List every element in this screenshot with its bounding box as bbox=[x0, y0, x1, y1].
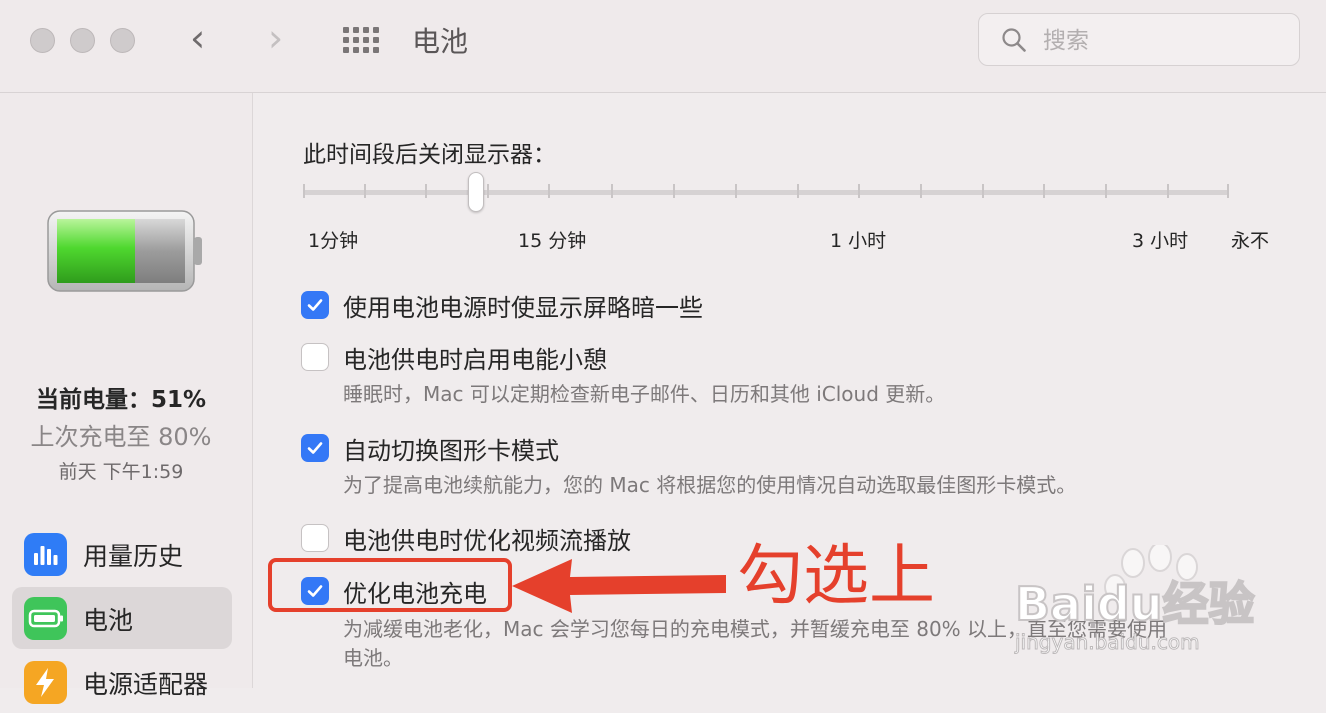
toolbar: ‹ › 电池 bbox=[0, 0, 1326, 93]
watermark-brand: Baidu经验 bbox=[1014, 576, 1256, 632]
annotation-highlight-box bbox=[268, 558, 512, 612]
option-label: 电池供电时启用电能小憩 bbox=[343, 346, 607, 374]
display-off-title: 此时间段后关闭显示器： bbox=[303, 142, 556, 168]
battery-level-icon bbox=[47, 210, 202, 292]
last-charge-time: 前天 下午1:59 bbox=[58, 461, 184, 483]
option-description: 为了提高电池续航能力，您的 Mac 将根据您的使用情况自动选取最佳图形卡模式。 bbox=[343, 473, 1077, 497]
forward-icon[interactable]: › bbox=[268, 18, 283, 58]
tick-label-1hour: 1 小时 bbox=[830, 230, 887, 252]
battery-icon bbox=[24, 597, 67, 640]
tick-label-never: 永不 bbox=[1231, 230, 1270, 252]
checkbox-unchecked[interactable] bbox=[301, 343, 329, 371]
annotation-text: 勾选上 bbox=[737, 537, 935, 614]
display-off-slider[interactable] bbox=[303, 172, 1229, 212]
last-charge-level: 上次充电至 80% bbox=[30, 423, 212, 451]
sidebar-item-usage-history[interactable]: 用量历史 bbox=[12, 523, 232, 585]
back-icon[interactable]: ‹ bbox=[190, 18, 205, 58]
slider-thumb[interactable] bbox=[468, 172, 484, 212]
sidebar-item-label: 用量历史 bbox=[83, 542, 184, 571]
sidebar-item-label: 电源适配器 bbox=[83, 670, 209, 699]
sidebar-item-label: 电池 bbox=[83, 606, 134, 635]
option-label: 自动切换图形卡模式 bbox=[343, 437, 559, 465]
tick-label-3hours: 3 小时 bbox=[1132, 230, 1189, 252]
annotation-arrow-icon bbox=[512, 559, 726, 613]
tick-label-15min: 15 分钟 bbox=[518, 230, 587, 252]
sidebar-item-power-adapter[interactable]: 电源适配器 bbox=[12, 651, 232, 713]
zoom-window-button[interactable] bbox=[110, 28, 135, 53]
option-label: 使用电池电源时使显示屏略暗一些 bbox=[343, 294, 703, 322]
checkbox-checked[interactable] bbox=[301, 291, 329, 319]
show-all-grid-icon[interactable] bbox=[343, 27, 381, 53]
option-label: 电池供电时优化视频流播放 bbox=[343, 527, 631, 555]
option-description-line2: 电池。 bbox=[343, 646, 403, 670]
sidebar-item-battery[interactable]: 电池 bbox=[12, 587, 232, 649]
search-field[interactable] bbox=[978, 13, 1300, 66]
power-adapter-icon bbox=[24, 661, 67, 704]
search-input[interactable] bbox=[1041, 24, 1285, 58]
search-icon bbox=[1002, 28, 1026, 52]
minimize-window-button[interactable] bbox=[70, 28, 95, 53]
current-battery-level: 当前电量：51% bbox=[35, 387, 207, 413]
checkbox-unchecked[interactable] bbox=[301, 524, 329, 552]
checkbox-checked[interactable] bbox=[301, 434, 329, 462]
window-title: 电池 bbox=[412, 25, 469, 58]
usage-history-icon bbox=[24, 533, 67, 576]
watermark-url: jingyan.baidu.com bbox=[1015, 630, 1201, 655]
sidebar: 当前电量：51% 上次充电至 80% 前天 下午1:59 用量历史 电池 电源适… bbox=[0, 93, 253, 704]
option-description: 睡眠时，Mac 可以定期检查新电子邮件、日历和其他 iCloud 更新。 bbox=[343, 382, 946, 406]
close-window-button[interactable] bbox=[30, 28, 55, 53]
tick-label-1min: 1分钟 bbox=[308, 230, 359, 252]
